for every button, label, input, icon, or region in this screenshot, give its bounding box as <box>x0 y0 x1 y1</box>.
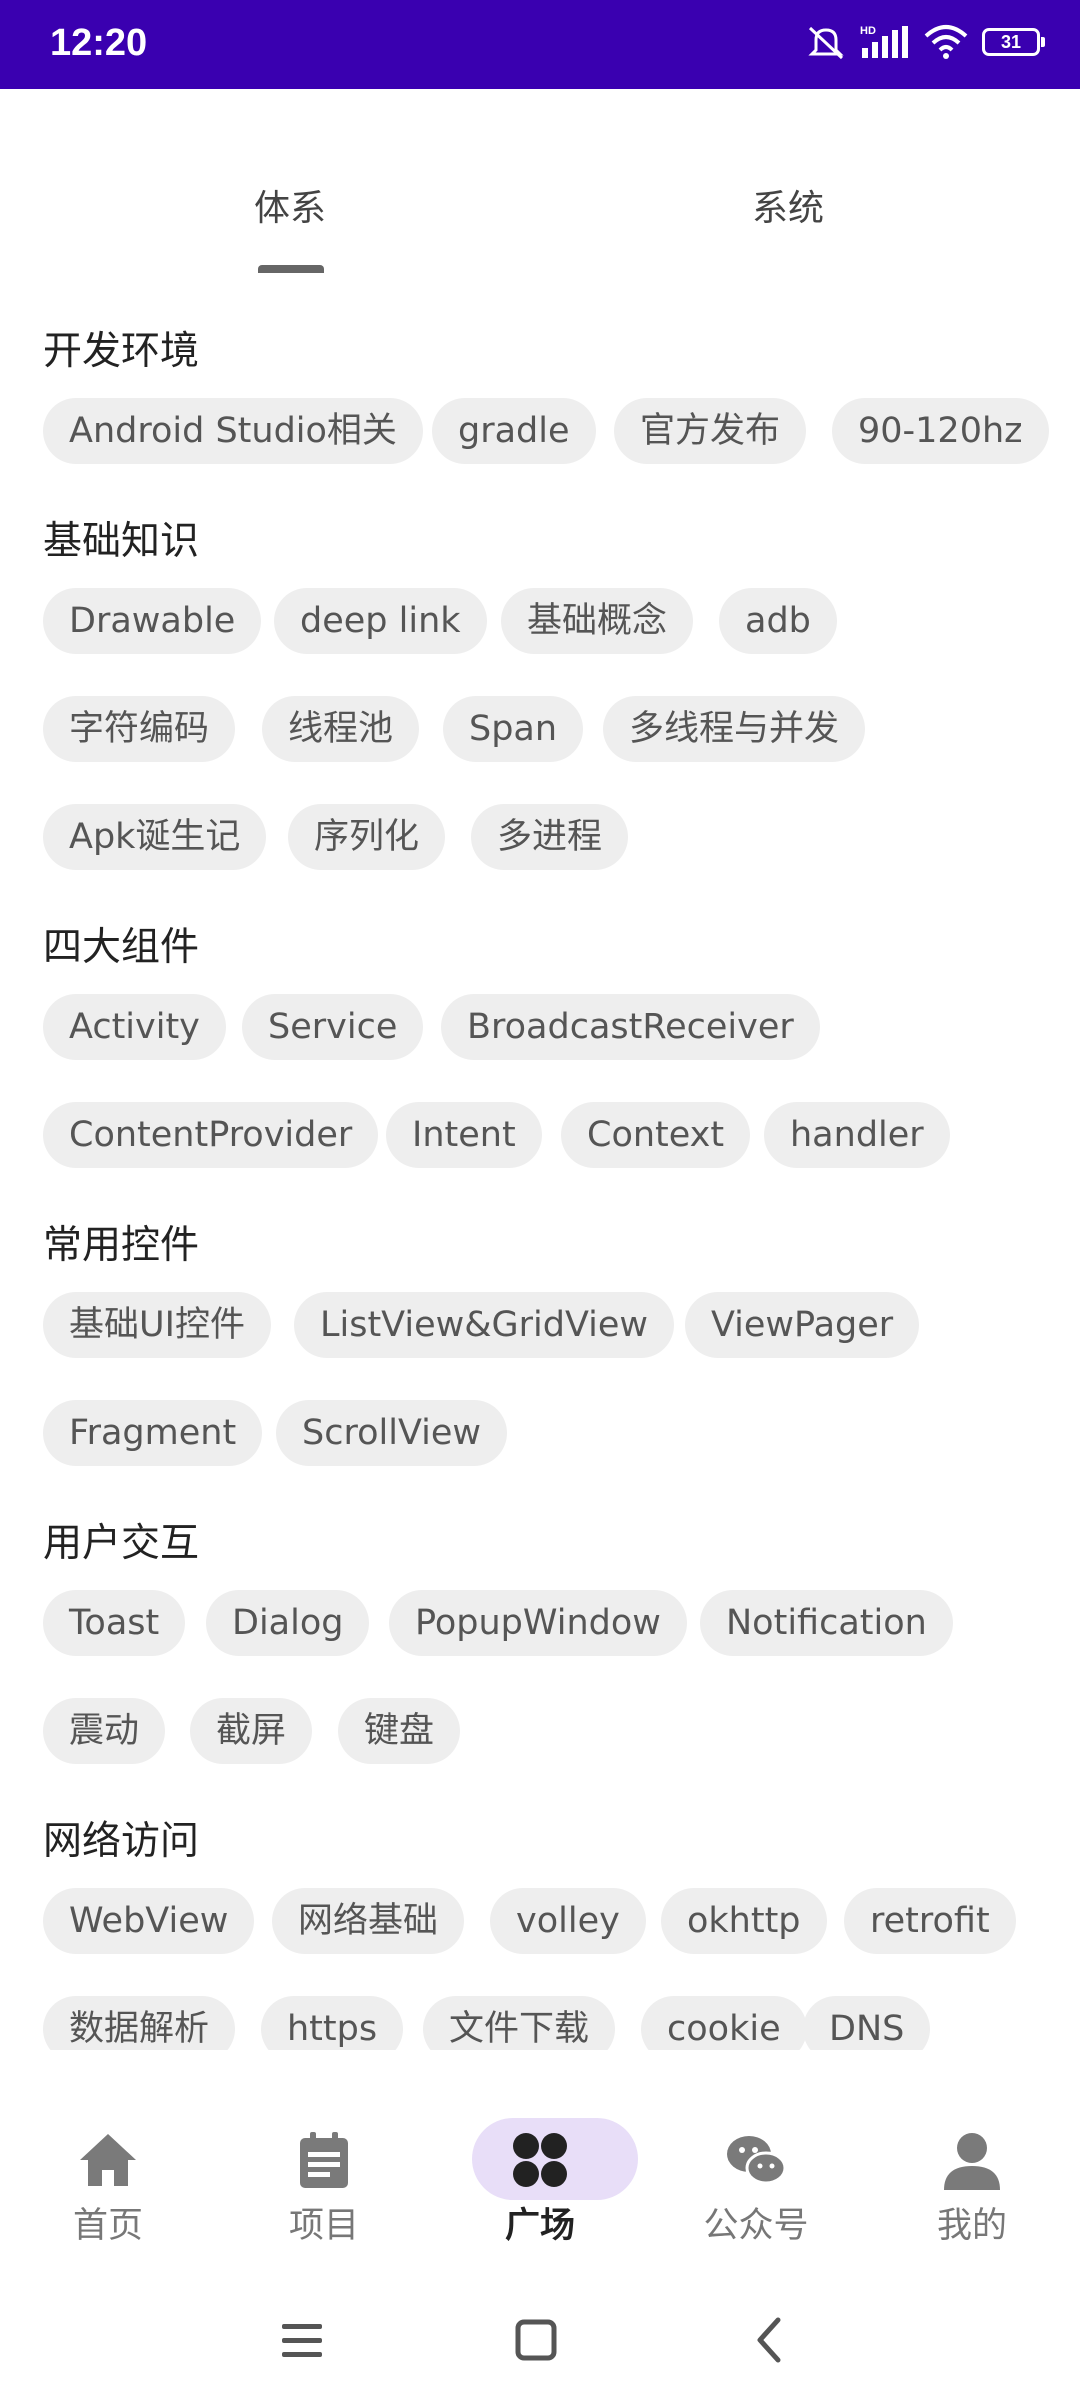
tag-chip[interactable]: Drawable <box>43 588 262 654</box>
grid-icon <box>513 2133 567 2187</box>
tag-chip[interactable]: 多进程 <box>471 804 629 870</box>
tag-chip[interactable]: Context <box>561 1102 751 1168</box>
tag-chip[interactable]: Intent <box>386 1102 542 1168</box>
tag-chip[interactable]: okhttp <box>661 1888 827 1954</box>
tag-chip[interactable]: adb <box>719 588 837 654</box>
tag-chip[interactable]: handler <box>764 1102 950 1168</box>
category-title: 四大组件 <box>43 925 200 970</box>
tag-chip[interactable]: 网络基础 <box>272 1888 465 1954</box>
bottom-navigation: 首页 项目 广场 公众号 我的 <box>0 2085 1080 2270</box>
tag-chip[interactable]: Service <box>242 994 424 1060</box>
nav-label: 项目 <box>288 2206 359 2246</box>
tag-chip[interactable]: ContentProvider <box>43 1102 379 1168</box>
tag-chip[interactable]: 数据解析 <box>43 1996 236 2050</box>
status-time: 12:20 <box>50 22 148 64</box>
wechat-icon <box>727 2136 787 2185</box>
tag-chip[interactable]: ViewPager <box>685 1292 920 1358</box>
category-title: 网络访问 <box>43 1819 200 1864</box>
tag-chip[interactable]: 基础概念 <box>501 588 694 654</box>
category-title: 基础知识 <box>43 519 200 564</box>
tag-chip[interactable]: 基础UI控件 <box>43 1292 271 1358</box>
status-icons: HD 31 <box>806 24 1045 60</box>
tab-system-tree[interactable]: 体系 <box>140 179 440 231</box>
tag-chip[interactable]: Toast <box>43 1590 186 1656</box>
tag-chip[interactable]: 官方发布 <box>614 398 807 464</box>
nav-label: 首页 <box>72 2206 143 2246</box>
person-icon <box>944 2133 1000 2190</box>
nav-wechat[interactable]: 公众号 <box>648 2085 864 2270</box>
tag-chip[interactable]: cookie <box>641 1996 807 2050</box>
category-title: 常用控件 <box>43 1223 200 1268</box>
tag-chip[interactable]: 字符编码 <box>43 696 236 762</box>
nav-home[interactable]: 首页 <box>0 2085 216 2270</box>
nav-projects[interactable]: 项目 <box>216 2085 432 2270</box>
tab-system[interactable]: 系统 <box>638 179 938 231</box>
tag-chip[interactable]: 多线程与并发 <box>603 696 866 762</box>
home-icon <box>80 2134 136 2186</box>
tag-chip[interactable]: retrofit <box>844 1888 1016 1954</box>
tag-chip[interactable]: DNS <box>803 1996 931 2050</box>
status-bar: 12:20 HD 31 <box>0 0 1080 89</box>
nav-profile[interactable]: 我的 <box>864 2085 1080 2270</box>
tag-chip[interactable]: gradle <box>432 398 596 464</box>
svg-text:HD: HD <box>860 25 876 37</box>
tag-chip[interactable]: PopupWindow <box>389 1590 687 1656</box>
tag-chip[interactable]: 震动 <box>43 1698 166 1764</box>
tag-chip[interactable]: 序列化 <box>288 804 446 870</box>
nav-label: 广场 <box>504 2206 575 2246</box>
category-title: 开发环境 <box>43 329 200 374</box>
tag-chip[interactable]: ListView&GridView <box>294 1292 675 1358</box>
tag-chip[interactable]: Apk诞生记 <box>43 804 267 870</box>
signal-icon: HD <box>860 25 908 58</box>
wifi-icon <box>924 25 968 59</box>
nav-label: 公众号 <box>703 2206 809 2246</box>
tag-chip[interactable]: 90-120hz <box>832 398 1049 464</box>
clipboard-icon <box>300 2132 348 2188</box>
nav-square[interactable]: 广场 <box>432 2085 648 2270</box>
tag-chip[interactable]: WebView <box>43 1888 255 1954</box>
tag-chip[interactable]: https <box>261 1996 404 2050</box>
tag-chip[interactable]: BroadcastReceiver <box>441 994 820 1060</box>
mute-icon <box>808 26 844 60</box>
tag-chip[interactable]: volley <box>490 1888 646 1954</box>
tag-chip[interactable]: Android Studio相关 <box>43 398 423 464</box>
tag-chip[interactable]: 文件下载 <box>423 1996 616 2050</box>
tag-chip[interactable]: Notification <box>700 1590 953 1656</box>
tab-indicator <box>258 265 324 273</box>
battery-indicator: 31 <box>982 28 1045 56</box>
menu-icon[interactable] <box>272 2310 332 2370</box>
tag-chip[interactable]: Dialog <box>206 1590 370 1656</box>
tag-chip[interactable]: ScrollView <box>276 1400 507 1466</box>
category-list[interactable]: 开发环境 Android Studio相关 gradle 官方发布 90-120… <box>0 290 1080 2050</box>
nav-label: 我的 <box>936 2206 1007 2246</box>
tag-chip[interactable]: 键盘 <box>338 1698 461 1764</box>
tag-chip[interactable]: 线程池 <box>262 696 420 762</box>
home-button-icon[interactable] <box>506 2310 566 2370</box>
tag-chip[interactable]: Fragment <box>43 1400 263 1466</box>
system-navigation-bar <box>0 2270 1080 2400</box>
tag-chip[interactable]: deep link <box>274 588 487 654</box>
tag-chip[interactable]: Span <box>443 696 584 762</box>
category-title: 用户交互 <box>43 1521 200 1566</box>
back-icon[interactable] <box>740 2310 800 2370</box>
tab-bar: 体系 系统 <box>0 89 1080 277</box>
tag-chip[interactable]: Activity <box>43 994 226 1060</box>
tag-chip[interactable]: 截屏 <box>190 1698 313 1764</box>
